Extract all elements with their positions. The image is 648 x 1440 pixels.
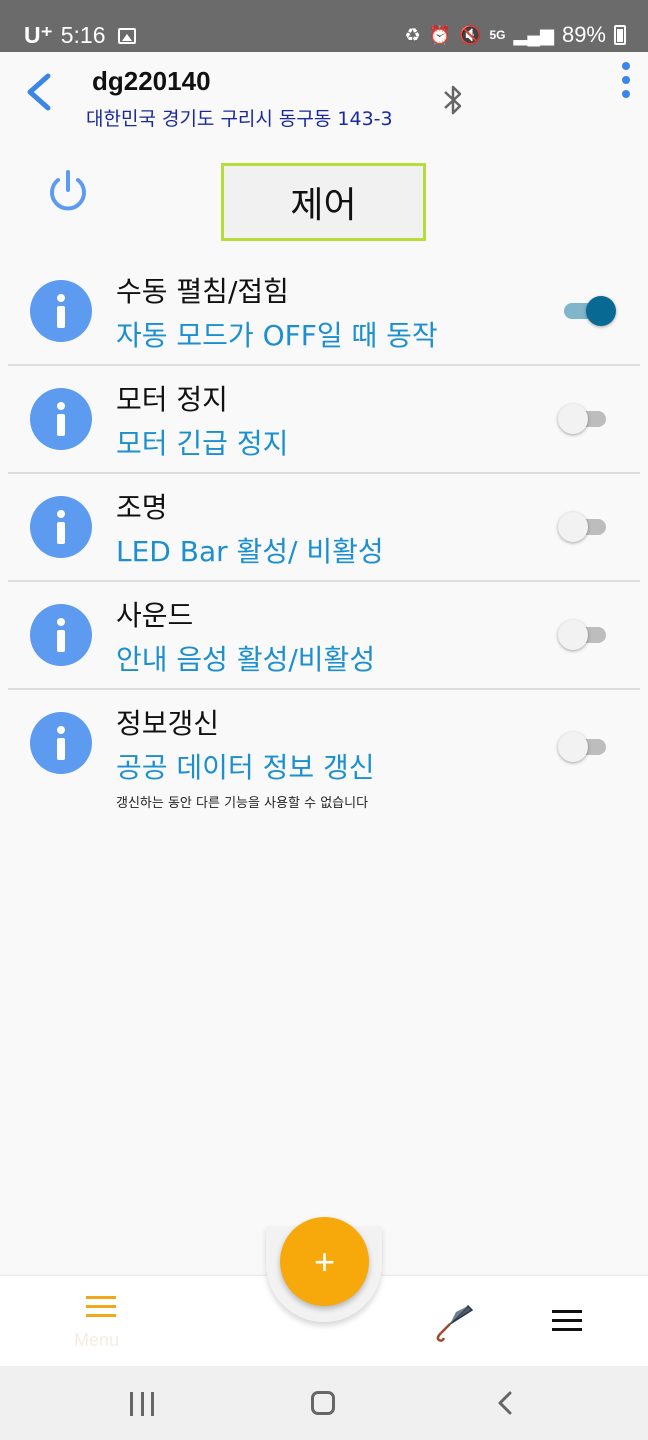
network-type: 5G [489, 28, 506, 42]
plus-icon: + [313, 1240, 336, 1282]
item-title: 수동 펼침/접힘 [116, 275, 289, 308]
item-note: 갱신하는 동안 다른 기능을 사용할 수 없습니다 [116, 796, 369, 811]
control-list: 수동 펼침/접힘 자동 모드가 OFF일 때 동작 모터 정지 모터 긴급 정지… [0, 258, 648, 820]
umbrella-icon[interactable] [432, 1302, 474, 1342]
item-subtitle: 자동 모드가 OFF일 때 동작 [116, 319, 438, 352]
app-header: dg220140 대한민국 경기도 구리시 동구동 143-3 [0, 52, 648, 138]
item-subtitle: 공공 데이터 정보 갱신 [116, 751, 375, 784]
battery-icon [614, 25, 626, 45]
list-item: 사운드 안내 음성 활성/비활성 [0, 582, 648, 690]
info-icon[interactable] [30, 604, 92, 666]
back-arrow-icon[interactable] [22, 70, 58, 114]
status-left: U⁺ 5:16 [24, 22, 136, 49]
control-title: 제어 [221, 163, 426, 241]
system-back-icon[interactable] [495, 1390, 515, 1416]
recent-apps-icon[interactable] [130, 1392, 154, 1416]
sound-toggle[interactable] [558, 620, 608, 650]
carrier-label: U⁺ [24, 22, 53, 48]
info-icon[interactable] [30, 496, 92, 558]
manual-fold-toggle[interactable] [558, 296, 616, 326]
device-address: 대한민국 경기도 구리시 동구동 143-3 [86, 108, 393, 130]
info-icon[interactable] [30, 280, 92, 342]
mute-icon: 🔇 [459, 24, 482, 45]
recycle-icon: ♻ [404, 24, 421, 45]
hamburger-icon[interactable] [552, 1310, 582, 1332]
list-item: 모터 정지 모터 긴급 정지 [0, 366, 648, 474]
info-icon[interactable] [30, 712, 92, 774]
motor-stop-toggle[interactable] [558, 404, 608, 434]
device-name: dg220140 [92, 66, 211, 96]
item-title: 조명 [116, 491, 168, 524]
menu-label: Menu [74, 1330, 120, 1350]
item-subtitle: 모터 긴급 정지 [116, 427, 289, 460]
power-icon[interactable] [44, 168, 92, 216]
menu-icon [86, 1296, 116, 1318]
item-title: 정보갱신 [116, 707, 220, 740]
home-icon[interactable] [311, 1391, 335, 1415]
item-title: 모터 정지 [116, 383, 228, 416]
info-icon[interactable] [30, 388, 92, 450]
gallery-icon [117, 27, 136, 44]
list-item: 정보갱신 공공 데이터 정보 갱신 갱신하는 동안 다른 기능을 사용할 수 없… [0, 690, 648, 820]
item-subtitle: 안내 음성 활성/비활성 [116, 643, 376, 676]
status-bar: U⁺ 5:16 ♻ ⏰ 🔇 5G ▂▄▆ 89% [0, 0, 648, 52]
more-vertical-icon[interactable] [620, 62, 632, 106]
bluetooth-icon[interactable] [440, 82, 466, 118]
battery-percent: 89% [561, 22, 606, 47]
item-title: 사운드 [116, 599, 194, 632]
info-refresh-toggle[interactable] [558, 732, 608, 762]
add-button[interactable]: + [280, 1217, 369, 1306]
item-subtitle: LED Bar 활성/ 비활성 [116, 535, 384, 568]
lighting-toggle[interactable] [558, 512, 608, 542]
system-nav-bar [0, 1366, 648, 1440]
alarm-icon: ⏰ [428, 24, 452, 45]
status-time: 5:16 [60, 22, 106, 48]
list-item: 수동 펼침/접힘 자동 모드가 OFF일 때 동작 [0, 258, 648, 366]
signal-icon: ▂▄▆ [513, 24, 554, 45]
menu-tab[interactable]: Menu [72, 1296, 132, 1352]
list-item: 조명 LED Bar 활성/ 비활성 [0, 474, 648, 582]
status-right: ♻ ⏰ 🔇 5G ▂▄▆ 89% [404, 22, 626, 48]
